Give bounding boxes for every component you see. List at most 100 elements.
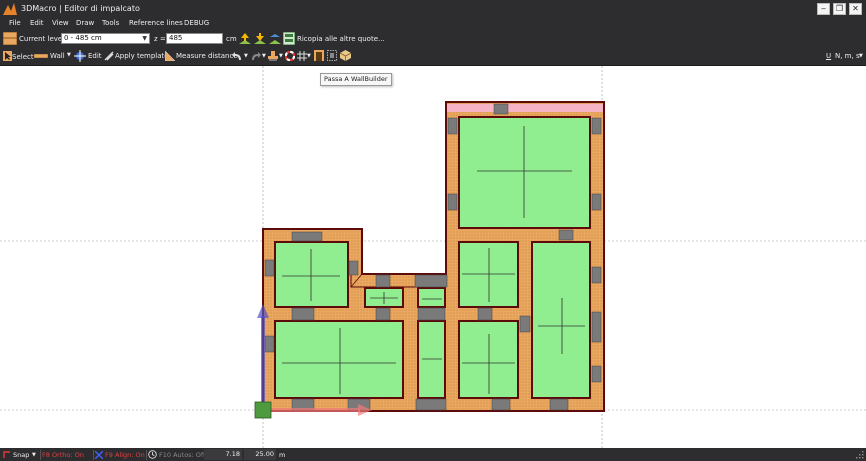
status-separator (146, 450, 147, 460)
wall-opening[interactable] (519, 315, 531, 333)
level-down-icon[interactable] (253, 32, 267, 45)
wall-opening[interactable] (264, 335, 275, 353)
wall-opening[interactable] (477, 307, 493, 321)
wall-tool-button[interactable]: Wall (50, 52, 65, 60)
ortho-toggle[interactable]: F8 Ortho: On (42, 451, 84, 459)
z-elevation-input[interactable]: 485 (166, 33, 223, 44)
coordinate-y-field: 25.00 (244, 449, 276, 460)
wall-opening[interactable] (417, 307, 446, 321)
wall-dropdown-chevron-icon[interactable]: ▼ (67, 52, 71, 58)
redo-dropdown-chevron-icon[interactable]: ▼ (262, 53, 266, 59)
stamp-dropdown-chevron-icon[interactable]: ▼ (279, 53, 283, 59)
close-button[interactable]: ✕ (849, 3, 862, 15)
units-dropdown-chevron-icon[interactable]: ▼ (859, 53, 863, 59)
menu-reference-lines[interactable]: Reference lines (129, 19, 183, 27)
copy-to-levels-button[interactable]: Ricopia alle altre quote... (297, 35, 385, 43)
undo-icon[interactable] (232, 51, 243, 61)
level-up-icon[interactable] (238, 32, 252, 45)
resize-grip-icon[interactable] (856, 451, 864, 459)
menu-debug[interactable]: DEBUG (184, 19, 209, 27)
wall-opening[interactable] (415, 398, 447, 411)
wall-opening[interactable] (591, 117, 602, 135)
units-value[interactable]: N, m, s (835, 52, 860, 60)
room-floor[interactable] (274, 241, 349, 308)
app-logo-icon (3, 3, 17, 15)
snap-icon (3, 451, 10, 458)
align-icon (95, 451, 103, 459)
box-3d-icon[interactable] (340, 50, 351, 61)
status-bar: Snap ▼ F8 Ortho: On F9 Align: On F10 Aut… (0, 448, 866, 461)
select-cursor-icon (3, 51, 12, 61)
window-title: 3DMacro | Editor di impalcato (21, 4, 140, 13)
menu-tools[interactable]: Tools (102, 19, 119, 27)
wall-opening[interactable] (558, 229, 574, 241)
window-frame-icon[interactable] (327, 50, 337, 61)
room-floor[interactable] (417, 287, 446, 308)
coordinate-unit: m (279, 451, 286, 459)
wall-opening[interactable] (291, 231, 323, 242)
title-bar: 3DMacro | Editor di impalcato ‒ ❐ ✕ (0, 0, 866, 18)
menu-view[interactable]: View (52, 19, 69, 27)
measure-distance-button[interactable]: Measure distance (176, 52, 238, 60)
tooltip: Passa A WallBuilder (320, 73, 392, 86)
wall-opening[interactable] (591, 193, 602, 211)
wall-opening[interactable] (291, 307, 315, 321)
wall-opening[interactable] (375, 307, 391, 321)
current-level-dropdown[interactable]: 0 - 485 cm ▼ (61, 33, 150, 44)
undo-dropdown-chevron-icon[interactable]: ▼ (244, 53, 248, 59)
room-floor[interactable] (458, 320, 519, 399)
wall-opening[interactable] (264, 259, 275, 277)
align-toggle[interactable]: F9 Align: On (105, 451, 145, 459)
stamp-icon[interactable] (268, 51, 278, 61)
door-icon[interactable] (314, 50, 324, 61)
wall-opening[interactable] (447, 193, 458, 211)
autosave-toggle[interactable]: F10 Autos: Off (159, 451, 205, 459)
grid-dropdown-chevron-icon[interactable]: ▼ (307, 53, 311, 59)
wall-icon (34, 54, 48, 58)
wall-opening[interactable] (447, 117, 458, 135)
lifebuoy-icon[interactable] (285, 51, 295, 61)
room-floor[interactable] (274, 320, 404, 399)
apply-template-button[interactable]: Apply template (115, 52, 169, 60)
wall-opening[interactable] (549, 398, 569, 411)
selected-wall[interactable] (447, 104, 603, 112)
room-floor[interactable] (458, 241, 519, 308)
drawing-canvas[interactable]: Passa A WallBuilder (0, 66, 866, 448)
status-separator (93, 450, 94, 460)
level-move-icon[interactable] (268, 32, 282, 45)
wall-opening[interactable] (591, 365, 602, 383)
room-floor[interactable] (417, 320, 446, 399)
copy-levels-icon[interactable] (283, 32, 295, 45)
snap-button[interactable]: Snap (13, 451, 29, 459)
menu-draw[interactable]: Draw (76, 19, 94, 27)
z-label: z = (154, 35, 166, 43)
menu-edit[interactable]: Edit (30, 19, 44, 27)
grid-icon[interactable] (297, 51, 307, 61)
level-icon (3, 32, 17, 45)
chevron-down-icon: ▼ (142, 35, 147, 42)
edit-tool-button[interactable]: Edit (88, 52, 102, 60)
wall-opening[interactable] (348, 260, 359, 276)
measure-icon (165, 51, 175, 61)
floor-plan[interactable] (0, 66, 866, 448)
wall-opening[interactable] (414, 274, 448, 288)
wall-opening[interactable] (493, 103, 509, 115)
units-u-label[interactable]: U (826, 52, 831, 60)
wall-opening[interactable] (591, 311, 602, 343)
room-floor[interactable] (458, 116, 591, 229)
wall-opening[interactable] (375, 274, 391, 288)
origin-marker[interactable] (254, 401, 272, 419)
menu-file[interactable]: File (9, 19, 21, 27)
room-floor[interactable] (531, 241, 591, 399)
wall-opening[interactable] (591, 266, 602, 284)
snap-dropdown-chevron-icon[interactable]: ▼ (32, 452, 36, 458)
status-separator (40, 450, 41, 460)
room-floors (274, 116, 591, 399)
wall-opening[interactable] (491, 398, 511, 411)
menu-bar: File Edit View Draw Tools Reference line… (0, 18, 866, 30)
z-unit-label: cm (226, 35, 237, 43)
redo-icon[interactable] (250, 51, 261, 61)
minimize-button[interactable]: ‒ (817, 3, 830, 15)
maximize-button[interactable]: ❐ (833, 3, 846, 15)
template-icon (104, 51, 114, 61)
